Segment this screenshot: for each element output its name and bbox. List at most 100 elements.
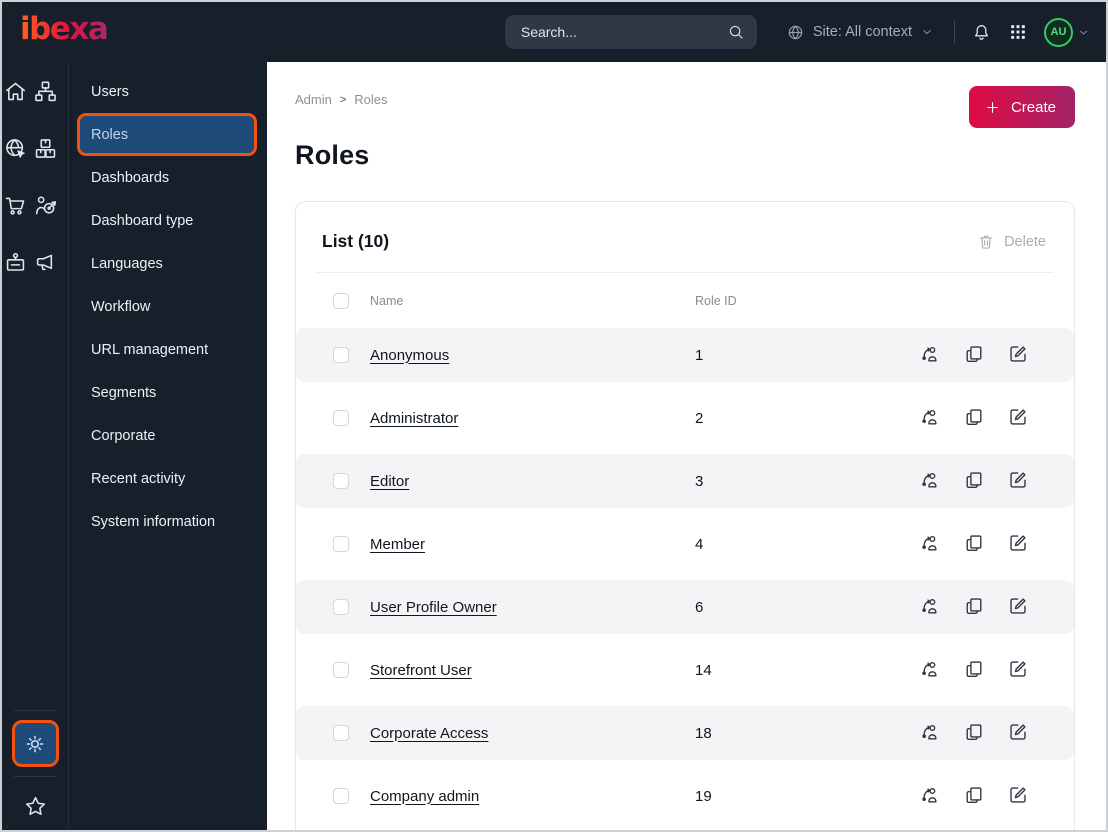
copy-button[interactable] (962, 784, 986, 808)
rail-divider (13, 776, 57, 777)
rail-items (2, 79, 68, 307)
topbar-divider (954, 20, 955, 44)
assign-button[interactable] (918, 406, 942, 430)
role-name-link[interactable]: User Profile Owner (370, 599, 497, 616)
row-checkbox[interactable] (333, 410, 349, 426)
edit-button[interactable] (1006, 469, 1030, 493)
assign-icon (919, 343, 941, 365)
breadcrumb-admin[interactable]: Admin (295, 92, 332, 107)
rail-item-catalog[interactable] (32, 136, 58, 162)
sidebar-item-users[interactable]: Users (69, 70, 267, 113)
assign-button[interactable] (918, 658, 942, 682)
segments-icon (33, 193, 58, 218)
select-all-checkbox[interactable] (333, 292, 349, 309)
role-name-link[interactable]: Storefront User (370, 662, 472, 679)
copy-button[interactable] (962, 406, 986, 430)
row-actions (918, 532, 1030, 556)
sidebar-item-label: Roles (91, 126, 129, 143)
rail-item-segments[interactable] (32, 193, 58, 219)
rail-item-activity[interactable] (32, 250, 58, 276)
assign-button[interactable] (918, 469, 942, 493)
row-checkbox[interactable] (333, 347, 349, 363)
admin-settings-button[interactable] (11, 720, 59, 767)
role-name-link[interactable]: Member (370, 536, 425, 553)
sidebar-item-workflow[interactable]: Workflow (69, 285, 267, 328)
delete-button[interactable]: Delete (977, 233, 1046, 251)
assign-button[interactable] (918, 532, 942, 556)
edit-button[interactable] (1006, 784, 1030, 808)
sidebar-item-label: Dashboard type (91, 212, 194, 229)
role-name-link[interactable]: Company admin (370, 788, 479, 805)
ibexa-logo[interactable]: ibexa (20, 14, 109, 50)
sidebar-item-url-management[interactable]: URL management (69, 328, 267, 371)
sidebar-item-system-information[interactable]: System information (69, 500, 267, 543)
rail-item-site[interactable] (2, 136, 28, 162)
row-checkbox[interactable] (333, 599, 349, 615)
chevron-down-icon (1077, 26, 1090, 39)
copy-button[interactable] (962, 658, 986, 682)
copy-button[interactable] (962, 532, 986, 556)
assign-button[interactable] (918, 784, 942, 808)
edit-button[interactable] (1006, 595, 1030, 619)
sidebar-item-languages[interactable]: Languages (69, 242, 267, 285)
sidebar-item-dashboard-type[interactable]: Dashboard type (69, 199, 267, 242)
edit-icon (1007, 469, 1029, 491)
create-button[interactable]: Create (968, 86, 1075, 128)
globe-icon (786, 23, 805, 42)
sidebar-item-label: Segments (91, 384, 157, 401)
edit-button[interactable] (1006, 532, 1030, 556)
app-switcher-button[interactable] (1008, 22, 1028, 42)
sidebar-item-roles[interactable]: Roles (77, 113, 257, 156)
edit-button[interactable] (1006, 658, 1030, 682)
card-header: List (10) Delete (296, 202, 1074, 272)
search-icon (727, 23, 745, 41)
sidebar-item-label: Dashboards (91, 169, 170, 186)
assign-button[interactable] (918, 343, 942, 367)
chevron-down-icon (920, 25, 934, 39)
rail-item-commerce[interactable] (2, 193, 28, 219)
copy-button[interactable] (962, 721, 986, 745)
copy-button[interactable] (962, 595, 986, 619)
bookmarks-button[interactable] (22, 794, 48, 820)
site-context-dropdown[interactable]: Site: All context (786, 23, 934, 42)
rail-item-sitemap[interactable] (32, 79, 58, 105)
edit-icon (1007, 721, 1029, 743)
sidebar-item-segments[interactable]: Segments (69, 371, 267, 414)
role-name-link[interactable]: Anonymous (370, 347, 449, 364)
sidebar-item-corporate[interactable]: Corporate (69, 414, 267, 457)
site-context-label: Site: All context (812, 24, 912, 40)
edit-icon (1007, 532, 1029, 554)
row-checkbox[interactable] (333, 536, 349, 552)
rail-bottom (2, 701, 68, 822)
bell-icon (971, 22, 992, 43)
breadcrumb-roles[interactable]: Roles (354, 92, 387, 107)
user-menu[interactable]: AU (1044, 17, 1090, 47)
assign-button[interactable] (918, 595, 942, 619)
topbar-right: Site: All context AU (786, 17, 1090, 47)
copy-button[interactable] (962, 469, 986, 493)
edit-button[interactable] (1006, 343, 1030, 367)
home-icon (3, 79, 28, 104)
search-input[interactable] (520, 24, 727, 40)
role-name-link[interactable]: Administrator (370, 410, 458, 427)
copy-button[interactable] (962, 343, 986, 367)
row-checkbox[interactable] (333, 725, 349, 741)
row-actions (918, 658, 1030, 682)
row-checkbox[interactable] (333, 473, 349, 489)
sitemap-icon (33, 79, 58, 104)
assign-button[interactable] (918, 721, 942, 745)
edit-button[interactable] (1006, 721, 1030, 745)
role-name-link[interactable]: Corporate Access (370, 725, 488, 742)
assign-icon (919, 406, 941, 428)
roles-list-card: List (10) Delete Name Role ID Anonymous … (295, 201, 1075, 830)
role-name-link[interactable]: Editor (370, 473, 409, 490)
row-checkbox[interactable] (333, 788, 349, 804)
sidebar-item-dashboards[interactable]: Dashboards (69, 156, 267, 199)
role-id-value: 19 (695, 787, 712, 805)
row-checkbox[interactable] (333, 662, 349, 678)
notifications-button[interactable] (971, 22, 992, 43)
rail-item-corporate[interactable] (2, 250, 28, 276)
sidebar-item-recent-activity[interactable]: Recent activity (69, 457, 267, 500)
edit-button[interactable] (1006, 406, 1030, 430)
rail-item-home[interactable] (2, 79, 28, 105)
